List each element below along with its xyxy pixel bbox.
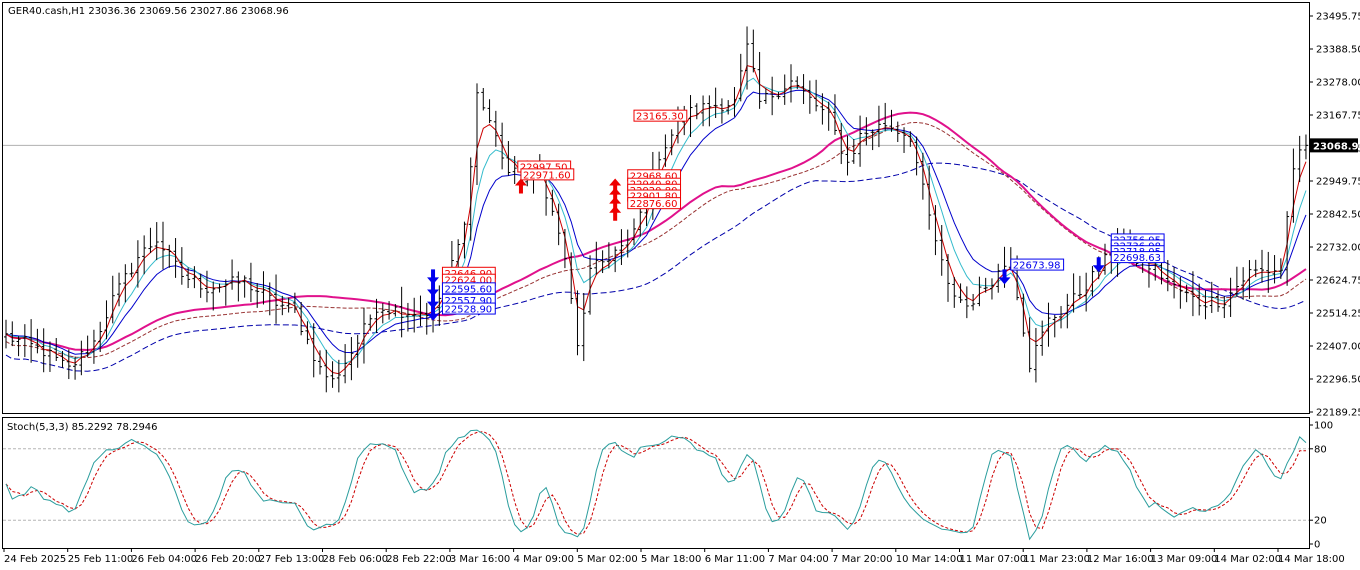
buy-price-label: 22971.60 [523, 170, 571, 181]
stoch-tick-label: 0 [1314, 540, 1320, 551]
time-tick-label: 14 Mar 02:00 [1214, 554, 1281, 565]
time-tick-label: 7 Mar 20:00 [832, 554, 892, 565]
time-tick-label: 6 Mar 11:00 [705, 554, 765, 565]
price-axis: 23495.7523388.5023278.0023167.7523057.25… [1309, 12, 1360, 419]
time-tick-label: 4 Mar 09:00 [514, 554, 574, 565]
price-tick-label: 22296.50 [1316, 375, 1360, 386]
sell-price-label: 22673.98 [1013, 261, 1061, 272]
time-tick-label: 26 Feb 04:00 [131, 554, 197, 565]
time-tick-label: 28 Feb 06:00 [323, 554, 389, 565]
time-tick-label: 13 Mar 09:00 [1151, 554, 1218, 565]
trading-chart[interactable]: 22997.5022971.6022968.6022940.8022920.80… [0, 0, 1360, 570]
price-tick-label: 22189.25 [1316, 408, 1360, 419]
time-tick-label: 25 Feb 11:00 [68, 554, 134, 565]
price-tick-label: 23278.00 [1316, 78, 1360, 89]
price-tick-label: 22732.00 [1316, 243, 1360, 254]
stoch-panel-frame [2, 417, 1310, 549]
price-tick-label: 22514.25 [1316, 309, 1360, 320]
time-tick-label: 26 Feb 20:00 [195, 554, 261, 565]
price-tick-label: 22842.50 [1316, 210, 1360, 221]
time-tick-label: 12 Mar 16:00 [1087, 554, 1154, 565]
price-tick-label: 23495.75 [1316, 12, 1360, 23]
price-tick-label: 22949.75 [1316, 177, 1360, 188]
price-tick-label: 22407.00 [1316, 342, 1360, 353]
time-tick-label: 28 Feb 22:00 [386, 554, 452, 565]
time-tick-label: 24 Feb 2025 [4, 554, 66, 565]
time-tick-label: 10 Mar 14:00 [896, 554, 963, 565]
time-tick-label: 5 Mar 02:00 [577, 554, 637, 565]
sell-price-label: 22698.63 [1113, 253, 1161, 264]
sell-price-label: 22528.90 [444, 305, 492, 316]
symbol-info: GER40.cash,H1 23036.36 23069.56 23027.86… [8, 6, 289, 17]
time-tick-label: 3 Mar 16:00 [450, 554, 510, 565]
time-axis: 24 Feb 2025 25 Feb 11:0026 Feb 04:0026 Fe… [3, 548, 1345, 565]
stoch-info: Stoch(5,3,3) 85.2292 78.2946 [7, 422, 158, 433]
sell-price-label: 22595.60 [444, 284, 492, 295]
time-tick-label: 11 Mar 07:00 [960, 554, 1027, 565]
price-tick-label: 23167.75 [1316, 111, 1360, 122]
buy-price-label: 22876.60 [630, 199, 678, 210]
time-tick-label: 14 Mar 18:00 [1278, 554, 1345, 565]
time-tick-label: 27 Feb 13:00 [259, 554, 325, 565]
time-tick-label: 11 Mar 23:00 [1023, 554, 1090, 565]
stoch-tick-label: 20 [1314, 516, 1327, 527]
stoch-tick-label: 80 [1314, 444, 1327, 455]
stoch-tick-label: 100 [1314, 421, 1333, 432]
time-tick-label: 7 Mar 04:00 [768, 554, 828, 565]
price-tick-label: 23388.50 [1316, 45, 1360, 56]
time-tick-label: 5 Mar 18:00 [641, 554, 701, 565]
current-price-label: 23068.96 [1313, 141, 1360, 152]
price-tick-label: 22624.75 [1316, 276, 1360, 287]
buy-price-label: 23165.30 [636, 112, 684, 123]
